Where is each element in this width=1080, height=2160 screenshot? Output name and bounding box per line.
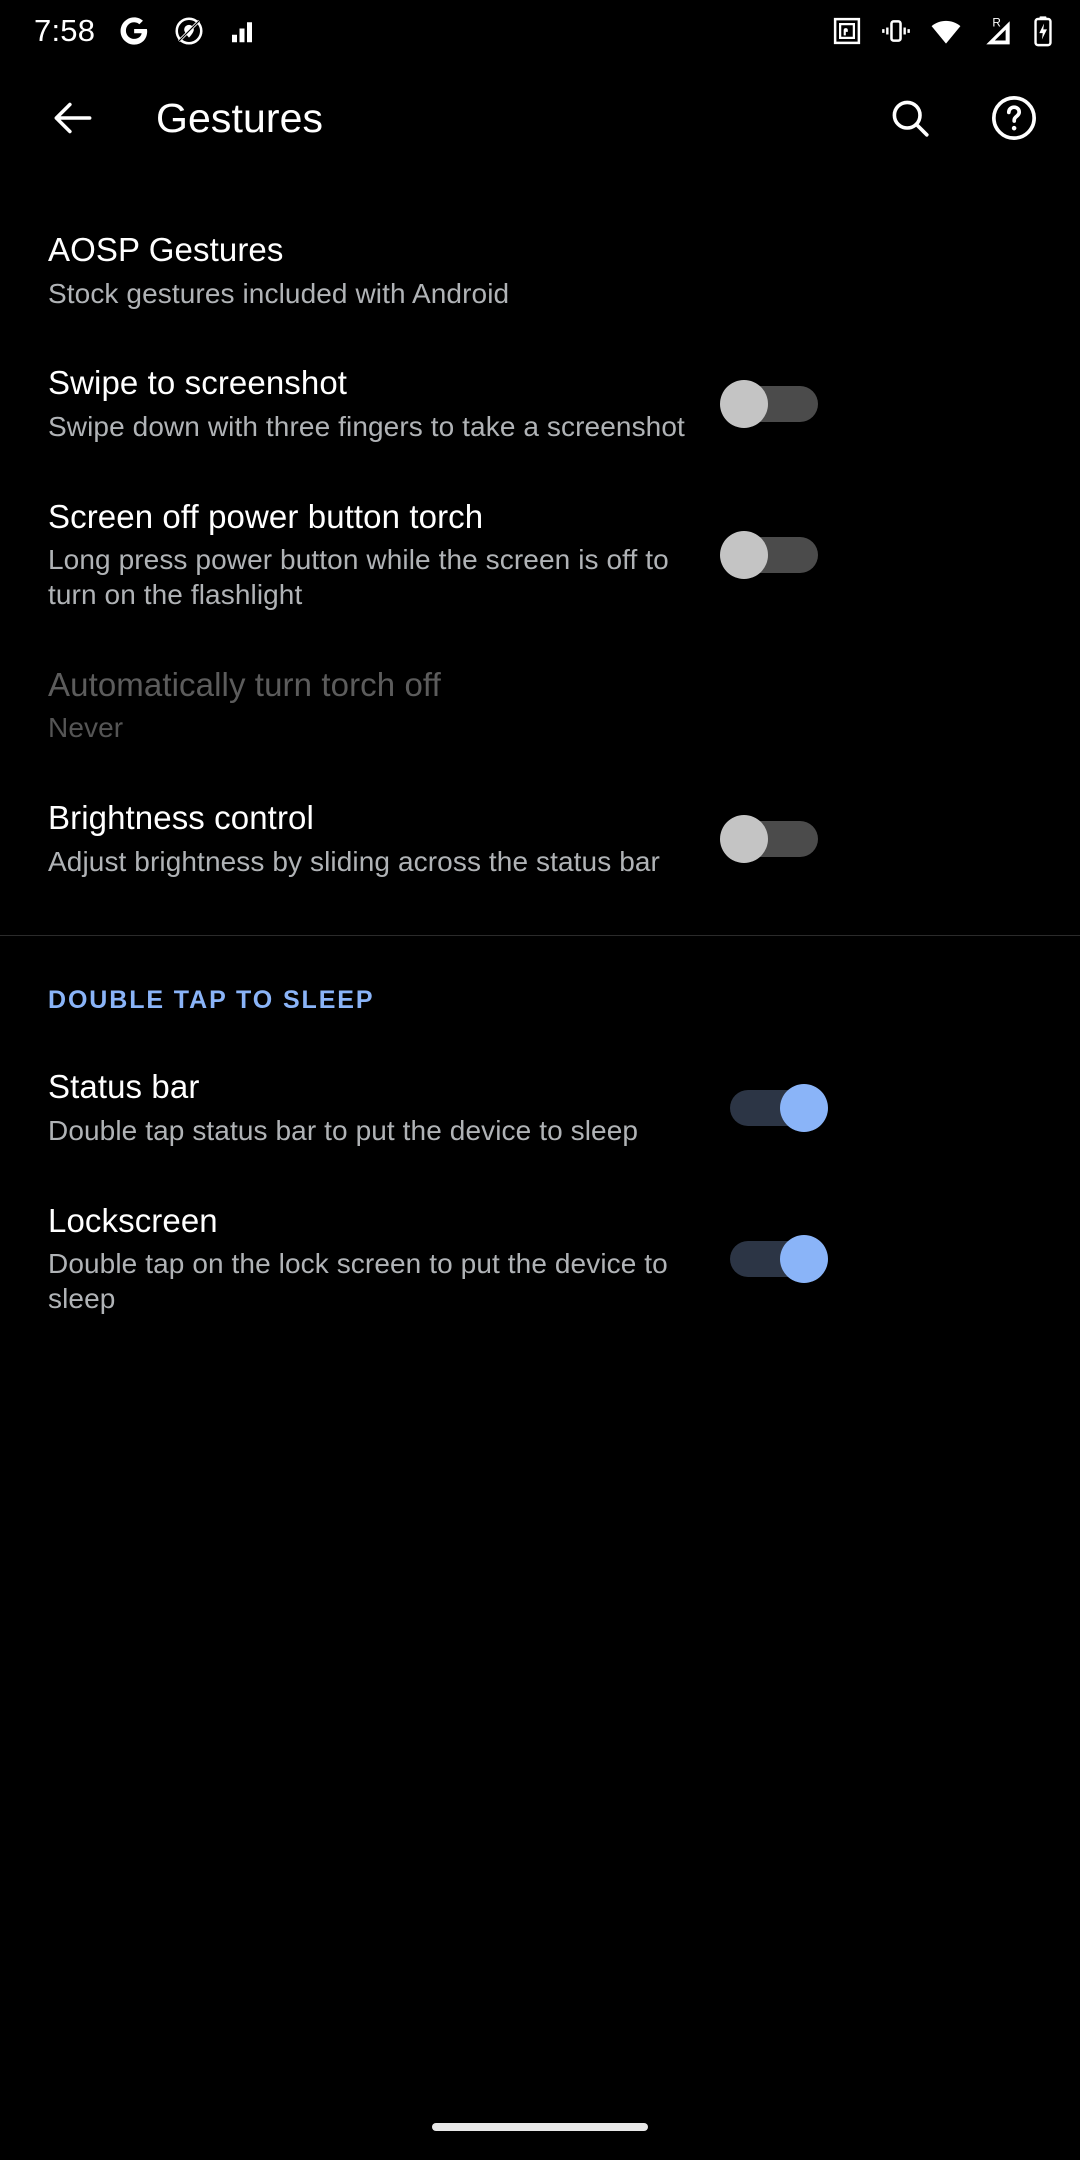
arrow-back-icon bbox=[54, 102, 92, 134]
status-bar-left: 7:58 bbox=[34, 13, 257, 49]
signal-bars-icon bbox=[232, 22, 253, 43]
help-circle-icon bbox=[992, 96, 1036, 140]
roaming-signal-icon: R bbox=[986, 17, 1010, 45]
pref-screen-off-power-button-torch[interactable]: Screen off power button torch Long press… bbox=[0, 471, 1080, 639]
pref-title: Screen off power button torch bbox=[48, 497, 484, 535]
switch-thumb bbox=[780, 1234, 828, 1283]
pref-title: Brightness control bbox=[48, 798, 314, 836]
switch-screen-off-power-button-torch[interactable] bbox=[720, 530, 828, 579]
home-pill[interactable] bbox=[432, 2123, 648, 2131]
preferences-list: AOSP Gestures Stock gestures included wi… bbox=[0, 174, 1080, 1343]
nfc-icon bbox=[833, 17, 861, 45]
pref-brightness-control[interactable]: Brightness control Adjust brightness by … bbox=[0, 772, 1080, 905]
pref-text: Swipe to screenshot Swipe down with thre… bbox=[48, 363, 720, 444]
wifi-icon bbox=[931, 20, 961, 44]
switch-status-bar[interactable] bbox=[720, 1083, 828, 1132]
pref-swipe-to-screenshot[interactable]: Swipe to screenshot Swipe down with thre… bbox=[0, 337, 1080, 470]
pref-text: Brightness control Adjust brightness by … bbox=[48, 798, 720, 879]
pref-summary: Long press power button while the screen… bbox=[48, 544, 669, 610]
status-bar-clock: 7:58 bbox=[34, 13, 96, 48]
pref-status-bar[interactable]: Status bar Double tap status bar to put … bbox=[0, 1041, 1080, 1174]
category-double-tap-to-sleep: DOUBLE TAP TO SLEEP bbox=[48, 986, 375, 1015]
pref-title: AOSP Gestures bbox=[48, 231, 284, 268]
google-g-icon bbox=[120, 17, 148, 45]
pref-text: AOSP Gestures Stock gestures included wi… bbox=[48, 230, 720, 311]
switch-lockscreen[interactable] bbox=[720, 1234, 828, 1283]
switch-swipe-to-screenshot[interactable] bbox=[720, 379, 828, 428]
battery-charging-icon bbox=[1034, 16, 1052, 47]
switch-thumb bbox=[720, 379, 768, 428]
pref-summary: Adjust brightness by sliding across the … bbox=[48, 845, 660, 877]
pref-summary: Double tap on the lock screen to put the… bbox=[48, 1248, 668, 1314]
vibrate-icon bbox=[882, 20, 910, 42]
switch-thumb bbox=[780, 1083, 828, 1132]
app-bar-actions bbox=[882, 90, 1042, 146]
pref-text: Lockscreen Double tap on the lock screen… bbox=[48, 1201, 720, 1317]
status-bar-right: R bbox=[832, 15, 1054, 47]
phone-screen: 7:58 R Gestures AOSP Gestures Stock gest… bbox=[0, 0, 1080, 2160]
pref-automatically-turn-torch-off: Automatically turn torch off Never bbox=[0, 639, 1080, 772]
status-bar: 7:58 R bbox=[0, 0, 1080, 62]
pref-text: Screen off power button torch Long press… bbox=[48, 497, 720, 613]
search-button[interactable] bbox=[882, 90, 938, 146]
pref-title: Status bar bbox=[48, 1068, 200, 1106]
pref-lockscreen[interactable]: Lockscreen Double tap on the lock screen… bbox=[0, 1175, 1080, 1343]
switch-thumb bbox=[720, 814, 768, 863]
search-icon bbox=[892, 100, 929, 137]
pref-summary: Stock gestures included with Android bbox=[48, 277, 510, 309]
pref-title: Automatically turn torch off bbox=[48, 665, 441, 703]
pref-title: Lockscreen bbox=[48, 1201, 218, 1239]
pref-text: Automatically turn torch off Never bbox=[48, 665, 720, 746]
pref-summary: Never bbox=[48, 712, 124, 744]
pref-summary: Double tap status bar to put the device … bbox=[48, 1114, 639, 1146]
switch-thumb bbox=[720, 530, 768, 579]
help-button[interactable] bbox=[986, 90, 1042, 146]
pref-aosp-gestures[interactable]: AOSP Gestures Stock gestures included wi… bbox=[0, 204, 1080, 337]
switch-brightness-control[interactable] bbox=[720, 814, 828, 863]
navigation-bar bbox=[0, 2094, 1080, 2160]
no-location-icon bbox=[175, 17, 203, 45]
svg-text:R: R bbox=[992, 17, 1001, 30]
back-button[interactable] bbox=[44, 89, 102, 147]
app-bar: Gestures bbox=[0, 62, 1080, 174]
pref-text: Status bar Double tap status bar to put … bbox=[48, 1067, 720, 1148]
pref-summary: Swipe down with three fingers to take a … bbox=[48, 410, 685, 442]
pref-title: Swipe to screenshot bbox=[48, 364, 348, 402]
page-title: Gestures bbox=[156, 94, 324, 141]
